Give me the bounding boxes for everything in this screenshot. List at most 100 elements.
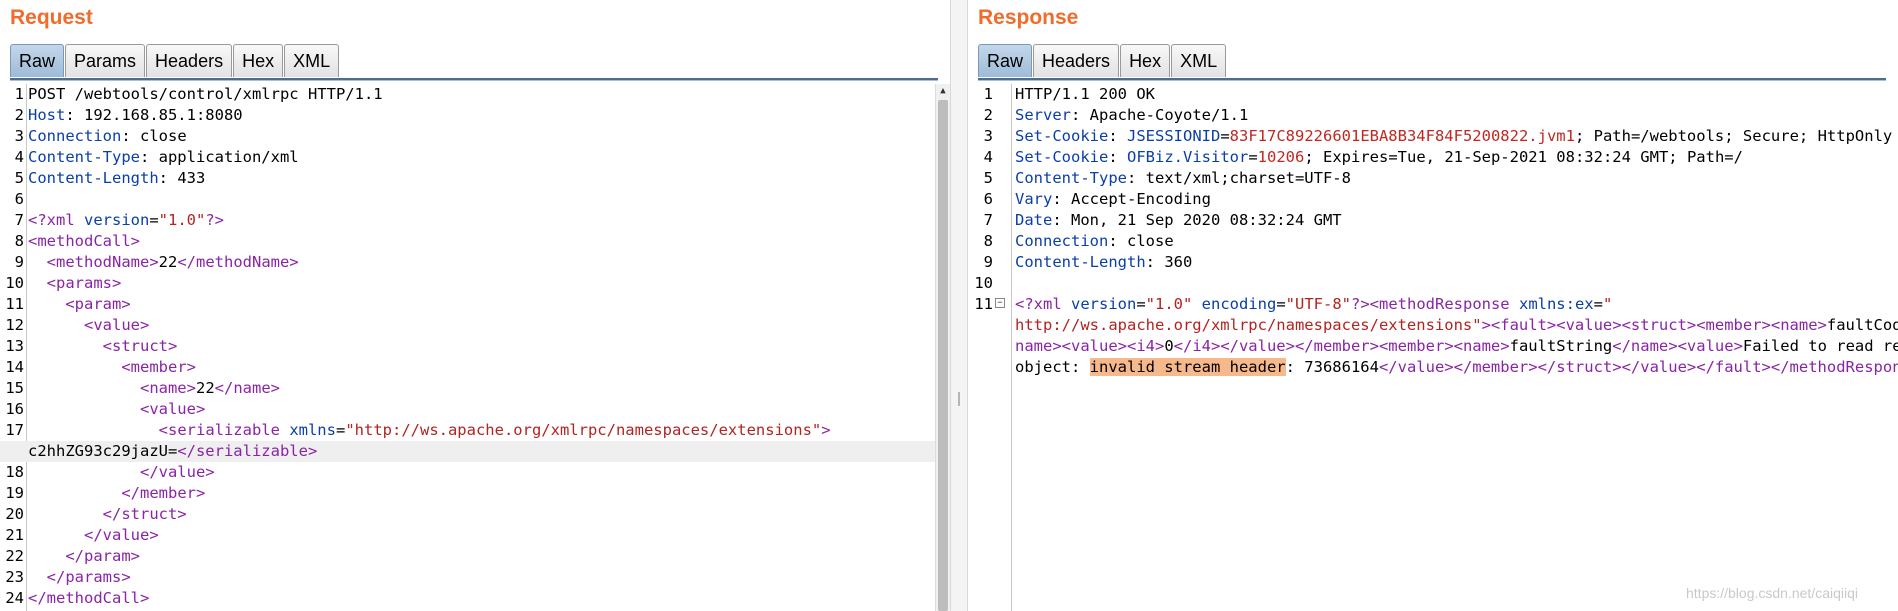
pane-splitter[interactable] (950, 0, 968, 611)
code-token: Host (28, 106, 66, 124)
code-token: > (821, 421, 831, 439)
code-text: Host: 192.168.85.1:8080 (28, 105, 243, 126)
line-number: 8 (983, 232, 993, 250)
request-tab-params[interactable]: Params (65, 44, 146, 77)
code-token: = (149, 211, 159, 229)
response-tab-xml[interactable]: XML (1171, 44, 1227, 77)
line-number: 24 (5, 589, 24, 607)
code-token: <name> (139, 379, 196, 397)
request-code-line: 24 </methodCall> (0, 588, 950, 609)
code-token: Connection (1015, 232, 1109, 250)
code-token: JSESSIONID (1127, 127, 1221, 145)
line-number: 19 (5, 484, 24, 502)
code-token: : Accept-Encoding (1052, 190, 1211, 208)
response-editor[interactable]: 1 HTTP/1.1 200 OK 2 Server: Apache-Coyote/1… (973, 84, 1898, 611)
line-number: 5 (14, 169, 24, 187)
request-title: Request (10, 6, 93, 29)
request-code-line: 4 Content-Type: application/xml (0, 147, 950, 168)
request-tab-xml[interactable]: XML (284, 44, 340, 77)
request-code-line: 22 </param> (0, 546, 950, 567)
line-number: 4 (14, 148, 24, 166)
request-tab-hex[interactable]: Hex (233, 44, 284, 77)
code-token: POST /webtools/control/xmlrpc HTTP/1.1 (28, 85, 383, 103)
code-token: Content-Length (28, 169, 159, 187)
line-number: 1 (14, 85, 24, 103)
code-text: </params> (28, 567, 131, 588)
code-token: </params> (46, 568, 131, 586)
splitter-grip-icon[interactable] (958, 392, 960, 406)
response-code-line: http://ws.apache.org/xmlrpc/namespaces/e… (973, 315, 1898, 336)
code-token: xmlns (289, 421, 336, 439)
response-code-line: 3 Set-Cookie: JSESSIONID=83F17C89226601EB… (973, 126, 1898, 147)
code-token: : (1108, 127, 1127, 145)
code-token: <param> (65, 295, 131, 313)
request-tabs: Raw Params Headers Hex XML (10, 44, 340, 78)
watermark: https://blog.csdn.net/caiqiiqi (1686, 585, 1858, 601)
code-text: <value> (28, 315, 149, 336)
request-pane: Request Raw Params Headers Hex XML 1 POST… (0, 0, 950, 611)
response-tab-headers[interactable]: Headers (1033, 44, 1120, 77)
line-number: 11 (974, 295, 993, 313)
code-token: HTTP/1.1 200 OK (1015, 85, 1155, 103)
code-token: : 433 (158, 169, 206, 187)
code-token: <value> (139, 400, 206, 418)
response-code-line: 9 Content-Length: 360 (973, 252, 1898, 273)
request-code-line: 6 (0, 189, 950, 210)
fold-toggle-icon[interactable]: − (995, 298, 1005, 308)
request-code-line: 18 </value> (0, 462, 950, 483)
line-number: 7 (14, 211, 24, 229)
request-tab-raw[interactable]: Raw (10, 44, 65, 77)
response-tab-hex[interactable]: Hex (1120, 44, 1171, 77)
code-token: 10206 (1257, 148, 1305, 166)
line-number: 6 (14, 190, 24, 208)
code-token: <params> (46, 274, 122, 292)
line-number: 22 (5, 547, 24, 565)
response-tabs: Raw Headers Hex XML (978, 44, 1227, 78)
code-token: c2hhZG93c29jazU= (28, 442, 178, 460)
code-token: = (1276, 295, 1286, 313)
code-token: <?xml (28, 211, 84, 229)
code-token: = (1248, 148, 1258, 166)
scroll-up-arrow-icon[interactable]: ▲ (936, 84, 950, 98)
code-text: Set-Cookie: JSESSIONID=83F17C89226601EBA… (1015, 126, 1892, 147)
code-token: : text/xml;charset=UTF-8 (1126, 169, 1351, 187)
request-scroll-thumb[interactable] (938, 100, 948, 611)
request-editor[interactable]: 1 POST /webtools/control/xmlrpc HTTP/1.1 2… (0, 84, 950, 611)
code-token: : 73686164 (1285, 358, 1379, 376)
response-code-line: 2 Server: Apache-Coyote/1.1 (973, 105, 1898, 126)
request-tab-headers[interactable]: Headers (146, 44, 233, 77)
code-token: version (1071, 295, 1137, 313)
code-token: : Apache-Coyote/1.1 (1071, 106, 1249, 124)
line-number: 10 (5, 274, 24, 292)
request-scrollbar[interactable]: ▲ (935, 84, 950, 611)
code-text: <?xml version="1.0" encoding="UTF-8"?><m… (1015, 294, 1612, 315)
code-token: object: (1015, 358, 1090, 376)
code-token: Failed to read result (1742, 337, 1898, 355)
request-code-line: 21 </value> (0, 525, 950, 546)
line-number: 15 (5, 379, 24, 397)
request-code-line: 14 <member> (0, 357, 950, 378)
code-token: Date (1015, 211, 1053, 229)
code-text: <methodCall> (28, 231, 140, 252)
line-number: 4 (983, 148, 993, 166)
request-code-line: 10 <params> (0, 273, 950, 294)
code-token: name><value><i4> (1015, 337, 1165, 355)
response-code-line: 11− <?xml version="1.0" encoding="UTF-8"?… (973, 294, 1898, 315)
code-text: name><value><i4>0</i4></value></member><… (1015, 336, 1898, 357)
code-token: Set-Cookie (1015, 148, 1109, 166)
code-text: Date: Mon, 21 Sep 2020 08:32:24 GMT (1015, 210, 1342, 231)
code-text: Content-Type: application/xml (28, 147, 299, 168)
code-token: version (84, 211, 150, 229)
code-token: = (1220, 127, 1230, 145)
code-token: : (1108, 148, 1127, 166)
response-tab-raw[interactable]: Raw (978, 44, 1033, 77)
line-number: 11 (5, 295, 24, 313)
request-code-line: c2hhZG93c29jazU=</serializable> (0, 441, 950, 462)
code-token: Server (1015, 106, 1071, 124)
code-text: </member> (28, 483, 205, 504)
code-token: </methodCall> (28, 589, 150, 607)
